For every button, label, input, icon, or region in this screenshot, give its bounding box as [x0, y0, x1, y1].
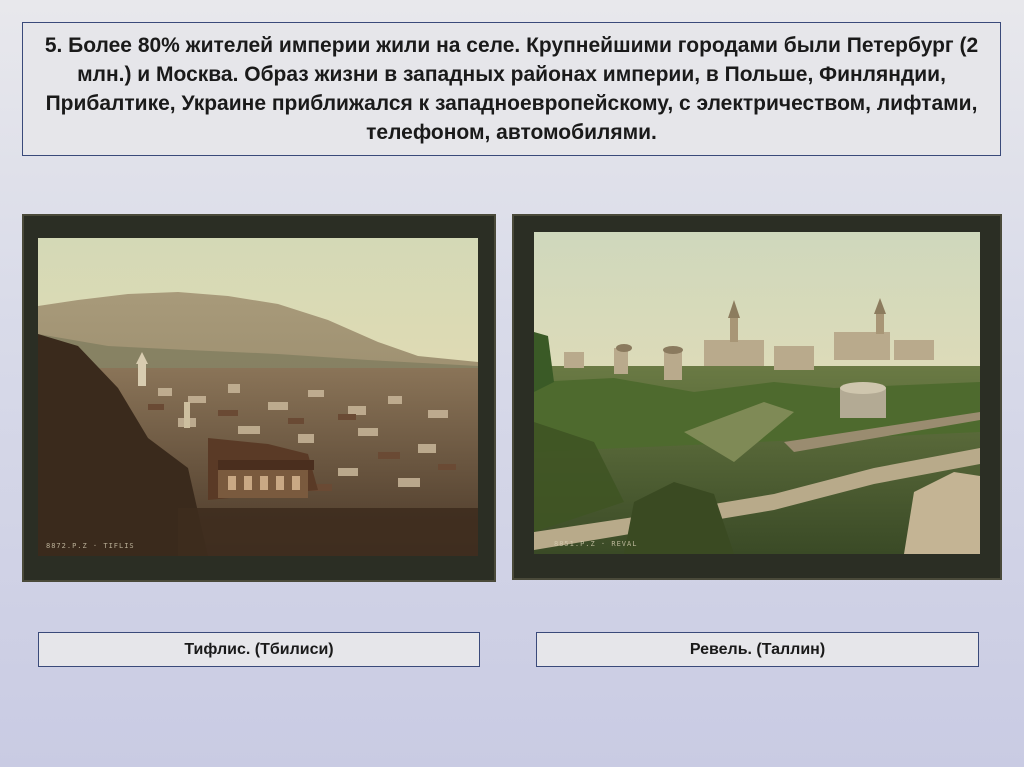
photo-frame-reval: 8851.P.Z · REVAL — [512, 214, 1002, 580]
tiflis-landscape-image — [38, 238, 478, 556]
photo-tiflis — [38, 238, 478, 556]
caption-reval: Ревель. (Таллин) — [536, 632, 979, 667]
photo-imprint-reval: 8851.P.Z · REVAL — [554, 540, 638, 548]
reval-landscape-image — [534, 232, 980, 554]
photo-imprint-tiflis: 8872.P.Z · TIFLIS — [46, 542, 135, 550]
caption-tiflis: Тифлис. (Тбилиси) — [38, 632, 480, 667]
slide-text: 5. Более 80% жителей империи жили на сел… — [44, 34, 979, 144]
slide-text-box: 5. Более 80% жителей империи жили на сел… — [22, 22, 1001, 156]
photo-frame-tiflis: 8872.P.Z · TIFLIS — [22, 214, 496, 582]
photo-reval — [534, 232, 980, 554]
